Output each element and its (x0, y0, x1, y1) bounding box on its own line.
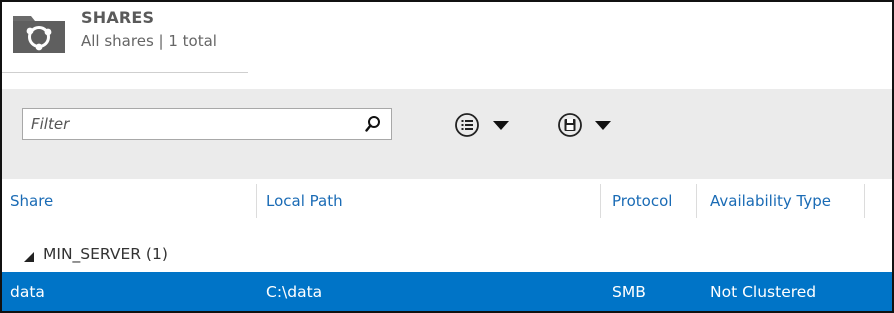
page-title: SHARES (81, 8, 155, 27)
shares-count-subtitle: All shares | 1 total (81, 32, 217, 50)
dropdown-arrow-icon (493, 121, 509, 130)
toolbar (2, 89, 892, 179)
save-query-button[interactable] (557, 110, 621, 140)
panel-header: SHARES All shares | 1 total (2, 2, 892, 72)
column-header-availability-type[interactable]: Availability Type (702, 184, 862, 218)
column-divider[interactable] (864, 184, 865, 218)
column-header-share[interactable]: Share (2, 184, 256, 218)
column-divider[interactable] (696, 184, 697, 218)
search-icon[interactable] (365, 115, 381, 133)
column-divider[interactable] (256, 184, 257, 218)
header-divider (2, 72, 248, 73)
cell-share: data (10, 283, 45, 301)
filter-box[interactable] (22, 108, 392, 140)
table-row[interactable]: data C:\data SMB Not Clustered (2, 272, 892, 311)
column-header-protocol[interactable]: Protocol (604, 184, 696, 218)
cell-protocol: SMB (612, 283, 646, 301)
shares-panel: SHARES All shares | 1 total Filter Share… (0, 0, 894, 313)
list-view-icon (455, 113, 509, 137)
filter-input[interactable] (31, 113, 351, 135)
column-header-local-path[interactable]: Local Path (258, 184, 600, 218)
cell-availability-type: Not Clustered (710, 283, 817, 301)
table-header: Share Local Path Protocol Availability T… (2, 184, 892, 218)
save-query-icon (558, 113, 611, 137)
expand-collapse-icon[interactable] (23, 251, 35, 263)
shares-folder-icon (13, 16, 65, 53)
tasks-view-button[interactable] (454, 110, 518, 140)
group-label: MIN_SERVER (1) (43, 245, 168, 263)
column-divider[interactable] (600, 184, 601, 218)
group-row[interactable]: MIN_SERVER (1) (2, 236, 892, 270)
cell-local-path: C:\data (266, 283, 323, 301)
dropdown-arrow-icon (595, 121, 611, 130)
